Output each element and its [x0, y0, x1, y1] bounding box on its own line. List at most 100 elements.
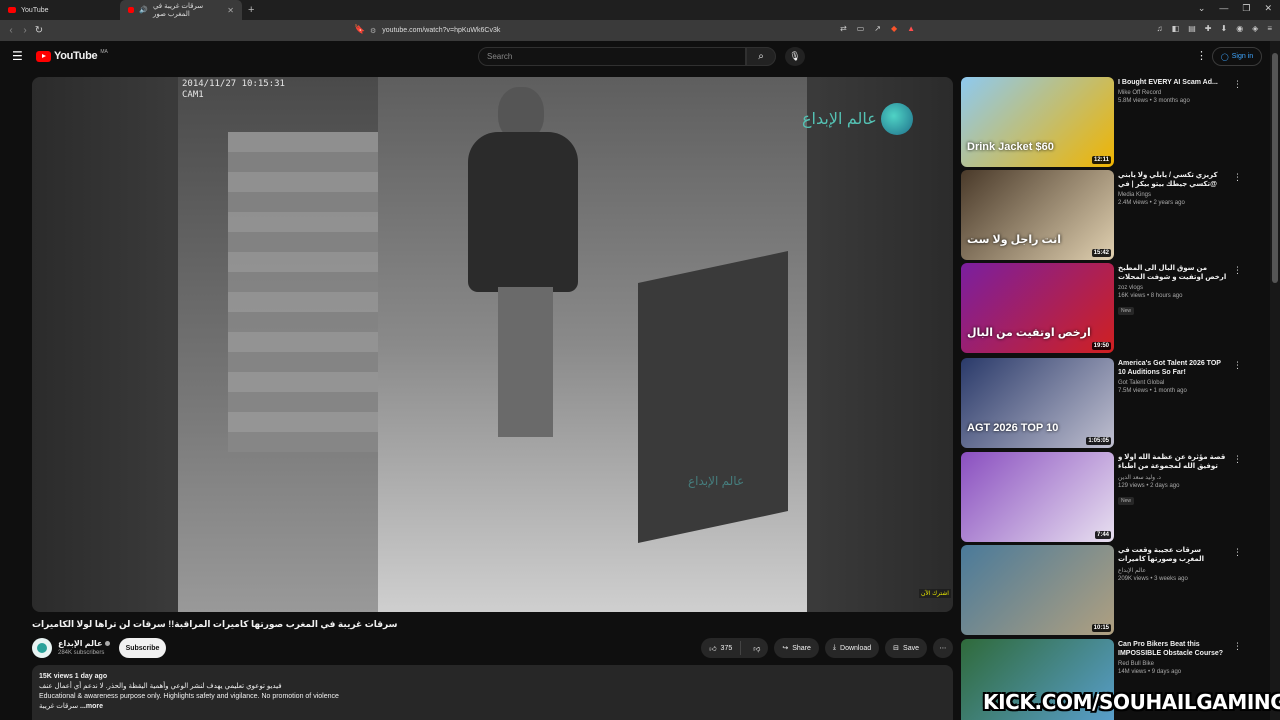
minimize-button[interactable]: — [1219, 3, 1228, 14]
reload-icon[interactable]: ↻ [32, 25, 46, 36]
page-scrollbar[interactable] [1270, 41, 1280, 720]
more-horizontal-icon: ⋯ [939, 645, 947, 652]
description-box[interactable]: 15K views 1 day ago فيديو توعوي تعليمي ي… [32, 665, 953, 720]
video-menu-icon[interactable]: ⋮ [1233, 172, 1242, 183]
recommended-video[interactable]: AGT 2026 TOP 10 1:05:05 America's Got Tale… [961, 358, 1261, 448]
recommended-video-title[interactable]: Can Pro Bikers Beat this IMPOSSIBLE Obst… [1118, 640, 1228, 658]
recommended-video-title[interactable]: سرقات عجيبة وقعت في المغرب وصورتها كامير… [1118, 546, 1228, 564]
video-thumbnail[interactable]: Drink Jacket $60 12:11 [961, 77, 1114, 167]
recommended-channel-name[interactable]: Media Kings [1118, 192, 1228, 198]
video-thumbnail[interactable]: 7:44 [961, 452, 1114, 542]
menu-icon[interactable]: ≡ [1267, 24, 1272, 33]
recommended-video-title[interactable]: قصة مؤثرة عن عظمة الله اولا و توفيق الله… [1118, 453, 1228, 471]
translate-icon[interactable]: ⇄ [840, 24, 847, 33]
media-icon[interactable]: ♫ [1157, 24, 1163, 33]
chevron-down-icon[interactable]: ⌄ [1198, 3, 1206, 14]
video-info: I Bought EVERY AI Scam Ad... Mike Off Rec… [1118, 78, 1228, 104]
recommended-channel-name[interactable]: Got Talent Global [1118, 380, 1228, 386]
channel-name[interactable]: عالم الإبداع [58, 639, 110, 648]
subscriber-count: 284K subscribers [58, 650, 105, 656]
view-stats: 15K views 1 day ago [39, 673, 108, 680]
sidebar-icon[interactable]: ◧ [1172, 24, 1180, 33]
url-field[interactable]: ⚙ youtube.com/watch?v=hpKuWk6Cv3k [370, 23, 890, 38]
subscribe-corner-badge[interactable]: اشترك الآن [919, 589, 951, 598]
search-button[interactable]: ⌕ [746, 47, 776, 66]
video-menu-icon[interactable]: ⋮ [1233, 265, 1242, 276]
forward-arrow-icon[interactable]: › [18, 25, 32, 36]
share-page-icon[interactable]: ↗ [874, 24, 881, 33]
recommended-video[interactable]: 10:15 سرقات عجيبة وقعت في المغرب وصورتها … [961, 545, 1261, 635]
scrollbar-thumb[interactable] [1272, 53, 1278, 283]
recommended-video-stats: 7.5M views • 1 month ago [1118, 388, 1187, 394]
back-arrow-icon[interactable]: ‹ [4, 25, 18, 36]
recommended-video-title[interactable]: I Bought EVERY AI Scam Ad... [1118, 78, 1228, 87]
recommended-video[interactable]: 7:44 قصة مؤثرة عن عظمة الله اولا و توفيق … [961, 452, 1261, 542]
close-window-button[interactable]: ✕ [1264, 3, 1272, 14]
video-menu-icon[interactable]: ⋮ [1233, 79, 1242, 90]
wallet-icon[interactable]: ◉ [1236, 24, 1243, 33]
recommended-channel-name[interactable]: Mike Off Record [1118, 90, 1228, 96]
video-menu-icon[interactable]: ⋮ [1233, 547, 1242, 558]
video-thumbnail[interactable]: AGT 2026 TOP 10 1:05:05 [961, 358, 1114, 448]
video-thumbnail[interactable]: ارخص اوتفيت من البال 19:50 [961, 263, 1114, 353]
recommended-channel-name[interactable]: عالم الإبداع [1118, 567, 1228, 574]
video-thumbnail[interactable]: انت راجل ولا ست 15:42 [961, 170, 1114, 260]
youtube-logo[interactable]: YouTube MA [36, 49, 108, 62]
sign-in-button[interactable]: ◯ Sign in [1212, 47, 1262, 66]
brave-shield-icon[interactable]: ◆ [891, 24, 897, 33]
video-actions: 👍︎ 375 👎︎ ↪ Share ⤓ Download ⊟ Save ⋯ [701, 638, 953, 658]
recommended-channel-name[interactable]: zoz vlogs [1118, 285, 1228, 291]
video-menu-icon[interactable]: ⋮ [1233, 641, 1242, 652]
kick-channel-overlay: KICK.COM/SOUHAILGAMING [983, 690, 1280, 714]
show-more-link[interactable]: ...more [80, 703, 103, 710]
window-controls: ⌄ — ❐ ✕ [1198, 3, 1272, 14]
video-menu-icon[interactable]: ⋮ [1233, 454, 1242, 465]
recommended-video-title[interactable]: America's Got Talent 2026 TOP 10 Auditio… [1118, 359, 1228, 377]
share-button[interactable]: ↪ Share [774, 638, 819, 658]
recommended-video-title[interactable]: كريزي تكسي / يابلي ولا يابني @تكسي جيطك … [1118, 171, 1228, 189]
downloads-icon[interactable]: ⬇ [1220, 24, 1227, 33]
like-button[interactable]: 👍︎ 375 [709, 641, 742, 655]
recommended-video-stats: 16K views • 8 hours ago [1118, 293, 1183, 299]
recommended-video[interactable]: انت راجل ولا ست 15:42 كريزي تكسي / يابلي و… [961, 170, 1261, 260]
search-input[interactable]: Search [478, 47, 746, 66]
channel-avatar[interactable] [32, 638, 52, 658]
video-player[interactable]: عالم الإبداع 2014/11/27 10:15:31 CAM1 عا… [32, 77, 953, 612]
download-icon: ⤓ [832, 644, 837, 651]
download-button[interactable]: ⤓ Download [824, 638, 880, 658]
description-line-3: سرقات غريبة ...more [39, 703, 103, 710]
bookmark-icon[interactable]: 🔖 [354, 24, 365, 35]
recommended-video-title[interactable]: من سوق البال الى المطبخ ارخص اوتفيت و شو… [1118, 264, 1228, 282]
browser-tab-youtube[interactable]: YouTube [0, 0, 120, 20]
subscribe-button[interactable]: Subscribe [119, 638, 166, 658]
recommended-video[interactable]: Drink Jacket $60 12:11 I Bought EVERY AI S… [961, 77, 1261, 167]
maximize-button[interactable]: ❐ [1242, 3, 1250, 14]
dislike-button[interactable]: 👎︎ [745, 644, 768, 653]
extensions-icon[interactable]: ✚ [1205, 24, 1212, 33]
close-tab-icon[interactable]: ✕ [227, 6, 234, 15]
recommended-channel-name[interactable]: Red Bull Bike [1118, 661, 1228, 667]
thumbs-up-icon: 👍︎ [709, 645, 717, 653]
speaker-icon[interactable]: 🔊 [139, 6, 148, 14]
browser-tab-video[interactable]: 🔊 سرقات غريبة في المغرب صور ✕ [120, 0, 242, 20]
vpn-icon[interactable]: ◈ [1252, 24, 1258, 33]
video-menu-icon[interactable]: ⋮ [1233, 360, 1242, 371]
more-actions-button[interactable]: ⋯ [933, 638, 953, 658]
brave-rewards-icon[interactable]: ▲ [907, 24, 915, 33]
recommended-channel-name[interactable]: د. وليد سعد الدين [1118, 474, 1228, 481]
recommended-video[interactable]: ارخص اوتفيت من البال 19:50 من سوق البال ال… [961, 263, 1261, 353]
site-info-icon[interactable]: ⚙ [370, 27, 376, 35]
thumbnail-caption: AGT 2026 TOP 10 [967, 422, 1059, 434]
video-thumbnail[interactable]: 10:15 [961, 545, 1114, 635]
voice-search-button[interactable]: 🎙 [785, 47, 805, 66]
tabs-icon[interactable]: ▤ [1188, 24, 1196, 33]
cast-icon[interactable]: ▭ [857, 24, 865, 33]
microphone-icon: 🎙 [789, 51, 801, 61]
settings-menu-icon[interactable]: ⋮ [1196, 49, 1207, 62]
account-icon: ◯ [1220, 53, 1229, 61]
new-tab-button[interactable]: + [248, 4, 254, 16]
video-info: قصة مؤثرة عن عظمة الله اولا و توفيق الله… [1118, 453, 1228, 507]
thumbnail-caption: Drink Jacket $60 [967, 141, 1054, 153]
hamburger-menu-icon[interactable]: ☰ [12, 49, 23, 63]
save-button[interactable]: ⊟ Save [885, 638, 927, 658]
